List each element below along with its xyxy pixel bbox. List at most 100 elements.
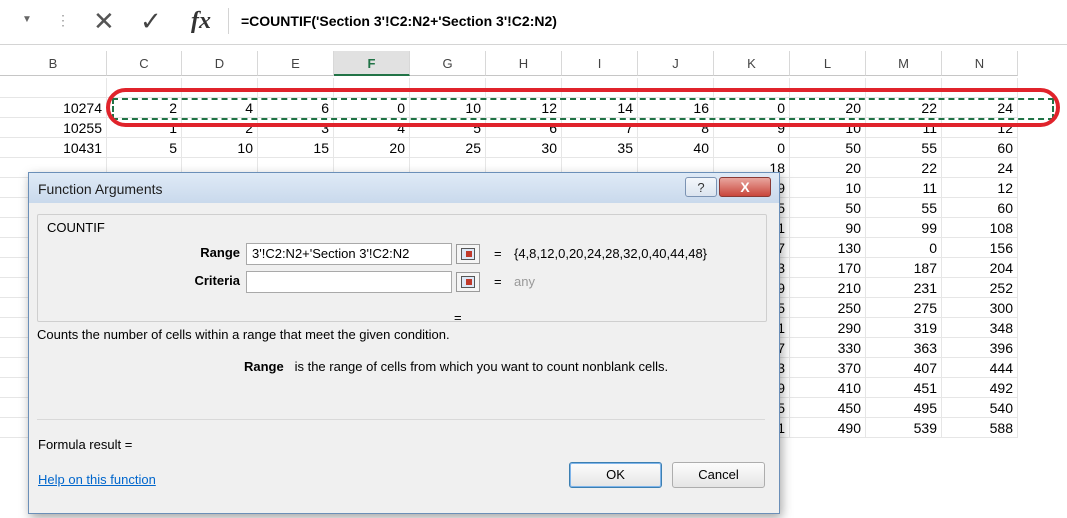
cell[interactable]: 363 [866, 338, 942, 358]
cell[interactable]: 15 [258, 138, 334, 158]
cell[interactable]: 250 [790, 298, 866, 318]
cell[interactable]: 407 [866, 358, 942, 378]
cell[interactable]: 7 [562, 118, 638, 138]
cell[interactable]: 396 [942, 338, 1018, 358]
insert-function-icon[interactable]: fx [191, 6, 211, 36]
cell[interactable]: 348 [942, 318, 1018, 338]
cell[interactable]: 12 [942, 118, 1018, 138]
cell[interactable]: 451 [866, 378, 942, 398]
cell[interactable]: 10 [410, 98, 486, 118]
cell[interactable]: 22 [866, 158, 942, 178]
column-header-d[interactable]: D [182, 51, 258, 76]
cell[interactable] [714, 78, 790, 98]
column-header-n[interactable]: N [942, 51, 1018, 76]
cell[interactable]: 5 [107, 138, 182, 158]
help-on-function-link[interactable]: Help on this function [38, 472, 156, 487]
cell[interactable] [562, 78, 638, 98]
cell[interactable] [258, 78, 334, 98]
cell[interactable]: 444 [942, 358, 1018, 378]
cell[interactable]: 6 [258, 98, 334, 118]
cell[interactable] [107, 78, 182, 98]
cell[interactable]: 20 [790, 98, 866, 118]
cell[interactable]: 0 [714, 138, 790, 158]
cell[interactable]: 40 [638, 138, 714, 158]
help-button[interactable]: ? [685, 177, 717, 197]
cell[interactable]: 20 [334, 138, 410, 158]
cell[interactable]: 8 [638, 118, 714, 138]
cell[interactable]: 492 [942, 378, 1018, 398]
cell[interactable]: 370 [790, 358, 866, 378]
column-header-j[interactable]: J [638, 51, 714, 76]
cell[interactable]: 540 [942, 398, 1018, 418]
cell[interactable]: 24 [942, 98, 1018, 118]
cell[interactable]: 450 [790, 398, 866, 418]
cell[interactable]: 252 [942, 278, 1018, 298]
cell[interactable] [942, 78, 1018, 98]
column-header-c[interactable]: C [107, 51, 182, 76]
cell[interactable]: 6 [486, 118, 562, 138]
criteria-collapse-button[interactable] [456, 272, 480, 292]
cell[interactable]: 10 [790, 118, 866, 138]
cell[interactable]: 90 [790, 218, 866, 238]
cell[interactable]: 410 [790, 378, 866, 398]
cell[interactable]: 231 [866, 278, 942, 298]
cell[interactable]: 11 [866, 178, 942, 198]
cell[interactable]: 50 [790, 198, 866, 218]
column-header-b[interactable]: B [0, 51, 107, 76]
cell[interactable]: 319 [866, 318, 942, 338]
cell[interactable] [790, 78, 866, 98]
cell[interactable]: 99 [866, 218, 942, 238]
cell[interactable]: 30 [486, 138, 562, 158]
cell[interactable]: 275 [866, 298, 942, 318]
checkmark-icon[interactable]: ✓ [140, 6, 162, 36]
cell[interactable]: 539 [866, 418, 942, 438]
column-header-l[interactable]: L [790, 51, 866, 76]
cell[interactable] [334, 78, 410, 98]
cell[interactable]: 108 [942, 218, 1018, 238]
cell[interactable]: 210 [790, 278, 866, 298]
cell[interactable]: 2 [107, 98, 182, 118]
cell[interactable]: 25 [410, 138, 486, 158]
cell[interactable]: 20 [790, 158, 866, 178]
range-collapse-button[interactable] [456, 244, 480, 264]
cell[interactable]: 187 [866, 258, 942, 278]
close-button[interactable]: X [719, 177, 771, 197]
cell[interactable]: 588 [942, 418, 1018, 438]
cell[interactable]: 5 [410, 118, 486, 138]
cell[interactable]: 330 [790, 338, 866, 358]
cell[interactable]: 290 [790, 318, 866, 338]
name-box-dropdown-icon[interactable]: ▼ [22, 14, 32, 25]
cell[interactable]: 60 [942, 138, 1018, 158]
dialog-titlebar[interactable]: Function Arguments ? X [29, 173, 779, 203]
cell[interactable] [410, 78, 486, 98]
cell[interactable]: 204 [942, 258, 1018, 278]
range-input[interactable]: 3'!C2:N2+'Section 3'!C2:N2 [246, 243, 452, 265]
cell[interactable]: 11 [866, 118, 942, 138]
cell[interactable]: 35 [562, 138, 638, 158]
cell[interactable]: 170 [790, 258, 866, 278]
column-header-f[interactable]: F [334, 51, 410, 76]
cell[interactable]: 4 [334, 118, 410, 138]
column-header-e[interactable]: E [258, 51, 334, 76]
cell[interactable]: 22 [866, 98, 942, 118]
cell[interactable]: 130 [790, 238, 866, 258]
cell[interactable]: 0 [866, 238, 942, 258]
close-icon[interactable]: ✕ [93, 6, 115, 36]
column-header-h[interactable]: H [486, 51, 562, 76]
cell[interactable]: 10255 [0, 118, 107, 138]
cell[interactable]: 495 [866, 398, 942, 418]
column-header-i[interactable]: I [562, 51, 638, 76]
column-header-m[interactable]: M [866, 51, 942, 76]
cell[interactable]: 0 [334, 98, 410, 118]
cell[interactable]: 156 [942, 238, 1018, 258]
cell[interactable]: 55 [866, 138, 942, 158]
ok-button[interactable]: OK [569, 462, 662, 488]
cell[interactable] [0, 78, 107, 98]
cell[interactable]: 10274 [0, 98, 107, 118]
cell[interactable]: 1 [107, 118, 182, 138]
cell[interactable]: 50 [790, 138, 866, 158]
column-header-k[interactable]: K [714, 51, 790, 76]
cell[interactable]: 12 [942, 178, 1018, 198]
cell[interactable]: 12 [486, 98, 562, 118]
formula-input[interactable]: =COUNTIF('Section 3'!C2:N2+'Section 3'!C… [228, 8, 1067, 34]
